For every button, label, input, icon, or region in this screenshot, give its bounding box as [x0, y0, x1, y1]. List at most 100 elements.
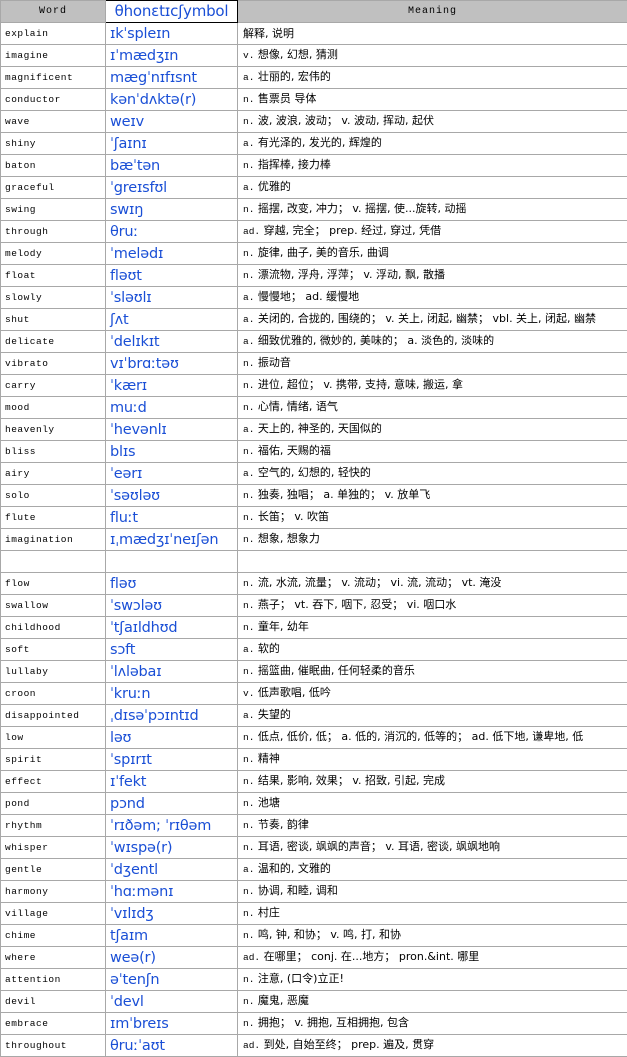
table-row: carryˈkærɪn. 进位, 超位； v. 携带, 支持, 意味, 搬运, …	[1, 375, 627, 397]
part-of-speech-tag: n.	[243, 754, 254, 765]
cell-word: carry	[1, 375, 106, 397]
cell-phonetic-symbol: ˈwɪspə(r)	[106, 837, 238, 859]
cell-meaning: n. 节奏, 韵律	[238, 815, 627, 837]
table-row: lowləʊn. 低点, 低价, 低； a. 低的, 消沉的, 低等的； ad.…	[1, 727, 627, 749]
cell-word: through	[1, 221, 106, 243]
cell-phonetic-symbol: ˈkruːn	[106, 683, 238, 705]
meaning-text: n. 耳语, 密谈, 飒飒的声音； v. 耳语, 密谈, 飒飒地响	[243, 837, 627, 858]
cell-phonetic-symbol: ˈswɔləʊ	[106, 595, 238, 617]
phonetic-symbol-text: θruːˈaʊt	[110, 1036, 237, 1056]
table-row: delicateˈdelɪkɪta. 细致优雅的, 微妙的, 美味的； a. 淡…	[1, 331, 627, 353]
cell-meaning	[238, 551, 627, 573]
part-of-speech-tag: a.	[243, 292, 254, 303]
part-of-speech-tag: v.	[243, 50, 254, 61]
cell-word: throughout	[1, 1035, 106, 1057]
table-row: attentionəˈtenʃnn. 注意, (口令)立正!	[1, 969, 627, 991]
cell-word: imagine	[1, 45, 106, 67]
cell-word: lullaby	[1, 661, 106, 683]
meaning-text: a. 温和的, 文雅的	[243, 859, 627, 880]
cell-word: shiny	[1, 133, 106, 155]
table-row: disappointedˌdɪsəˈpɔɪntɪda. 失望的	[1, 705, 627, 727]
phonetic-symbol-text: ˈeərɪ	[110, 464, 237, 484]
phonetic-symbol-text: bæˈtən	[110, 156, 237, 176]
part-of-speech-tag: n.	[243, 930, 254, 941]
part-of-speech-tag: a.	[243, 644, 254, 655]
part-of-speech-tag: a.	[243, 864, 254, 875]
part-of-speech-tag: n.	[243, 270, 254, 281]
cell-phonetic-symbol: ˈdʒentl	[106, 859, 238, 881]
part-of-speech-tag: a.	[243, 72, 254, 83]
meaning-text: n. 想象, 想象力	[243, 529, 627, 550]
cell-phonetic-symbol: mægˈnɪfɪsnt	[106, 67, 238, 89]
cell-word	[1, 551, 106, 573]
part-of-speech-tag: n.	[243, 380, 254, 391]
cell-phonetic-symbol: fluːt	[106, 507, 238, 529]
cell-meaning: n. 池塘	[238, 793, 627, 815]
part-of-speech-tag: n.	[243, 798, 254, 809]
part-of-speech-tag: ad.	[243, 952, 260, 963]
cell-meaning: v. 低声歌唱, 低吟	[238, 683, 627, 705]
vocabulary-table: Word θhonɛtɪcʃymbol Meaning explainɪkˈsp…	[0, 0, 627, 1057]
table-row: heavenlyˈhevənlɪa. 天上的, 神圣的, 天国似的	[1, 419, 627, 441]
cell-word: spirit	[1, 749, 106, 771]
cell-phonetic-symbol: weə(r)	[106, 947, 238, 969]
cell-meaning: a. 空气的, 幻想的, 轻快的	[238, 463, 627, 485]
phonetic-symbol-text: ˈhevənlɪ	[110, 420, 237, 440]
cell-meaning: a. 温和的, 文雅的	[238, 859, 627, 881]
cell-phonetic-symbol: vɪˈbrɑːtəʊ	[106, 353, 238, 375]
meaning-text: n. 心情, 情绪, 语气	[243, 397, 627, 418]
cell-phonetic-symbol: ˈeərɪ	[106, 463, 238, 485]
cell-word: slowly	[1, 287, 106, 309]
table-row: whereweə(r)ad. 在哪里； conj. 在...地方； pron.&…	[1, 947, 627, 969]
table-row: swingswɪŋn. 摇摆, 改变, 冲力； v. 摇摆, 使...旋转, 动…	[1, 199, 627, 221]
table-row: swallowˈswɔləʊn. 燕子； vt. 吞下, 咽下, 忍受； vi.…	[1, 595, 627, 617]
part-of-speech-tag: a.	[243, 710, 254, 721]
cell-word: flute	[1, 507, 106, 529]
meaning-text: v. 低声歌唱, 低吟	[243, 683, 627, 704]
cell-phonetic-symbol: ˈʃaɪnɪ	[106, 133, 238, 155]
cell-word: childhood	[1, 617, 106, 639]
table-row: batonbæˈtənn. 指挥棒, 接力棒	[1, 155, 627, 177]
phonetic-symbol-text: vɪˈbrɑːtəʊ	[110, 354, 237, 374]
cell-word: airy	[1, 463, 106, 485]
part-of-speech-tag: n.	[243, 578, 254, 589]
meaning-text: a. 失望的	[243, 705, 627, 726]
cell-phonetic-symbol: ˈvɪlɪdʒ	[106, 903, 238, 925]
cell-meaning: n. 福佑, 天赐的福	[238, 441, 627, 463]
meaning-text: n. 精神	[243, 749, 627, 770]
cell-word: flow	[1, 573, 106, 595]
table-row: explainɪkˈspleɪn解释, 说明	[1, 23, 627, 45]
phonetic-symbol-text: muːd	[110, 398, 237, 418]
part-of-speech-tag: n.	[243, 204, 254, 215]
cell-meaning: 解释, 说明	[238, 23, 627, 45]
cell-phonetic-symbol: ˈspɪrɪt	[106, 749, 238, 771]
cell-word: conductor	[1, 89, 106, 111]
phonetic-symbol-text: ˈlʌləbaɪ	[110, 662, 237, 682]
cell-word: solo	[1, 485, 106, 507]
meaning-text: n. 池塘	[243, 793, 627, 814]
cell-meaning: n. 波, 波浪, 波动； v. 波动, 挥动, 起伏	[238, 111, 627, 133]
cell-meaning: ad. 在哪里； conj. 在...地方； pron.&int. 哪里	[238, 947, 627, 969]
phonetic-symbol-text: ˈsəʊləʊ	[110, 486, 237, 506]
cell-meaning: n. 燕子； vt. 吞下, 咽下, 忍受； vi. 咽口水	[238, 595, 627, 617]
meaning-text: n. 燕子； vt. 吞下, 咽下, 忍受； vi. 咽口水	[243, 595, 627, 616]
cell-phonetic-symbol: ˈdevl	[106, 991, 238, 1013]
cell-meaning: a. 慢慢地； ad. 缓慢地	[238, 287, 627, 309]
cell-phonetic-symbol: kənˈdʌktə(r)	[106, 89, 238, 111]
table-row: magnificentmægˈnɪfɪsnta. 壮丽的, 宏伟的	[1, 67, 627, 89]
cell-meaning: n. 想象, 想象力	[238, 529, 627, 551]
cell-phonetic-symbol: tʃaɪm	[106, 925, 238, 947]
cell-word: float	[1, 265, 106, 287]
meaning-text: n. 旋律, 曲子, 美的音乐, 曲调	[243, 243, 627, 264]
part-of-speech-tag: n.	[243, 248, 254, 259]
cell-phonetic-symbol: swɪŋ	[106, 199, 238, 221]
phonetic-symbol-text: ˈswɔləʊ	[110, 596, 237, 616]
cell-phonetic-symbol: fləʊt	[106, 265, 238, 287]
phonetic-symbol-text: ləʊ	[110, 728, 237, 748]
cell-phonetic-symbol: fləʊ	[106, 573, 238, 595]
cell-meaning: n. 售票员 导体	[238, 89, 627, 111]
cell-word: attention	[1, 969, 106, 991]
column-header-meaning: Meaning	[238, 1, 627, 23]
table-row-empty	[1, 551, 627, 573]
table-row: throughoutθruːˈaʊtad. 到处, 自始至终； prep. 遍及…	[1, 1035, 627, 1057]
